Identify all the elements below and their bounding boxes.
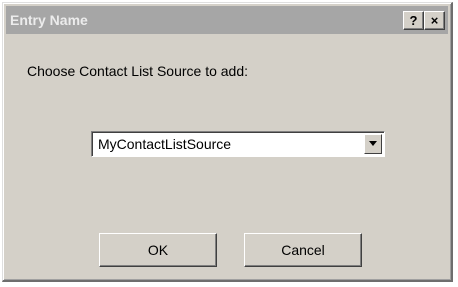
prompt-label: Choose Contact List Source to add: bbox=[27, 63, 249, 79]
close-button[interactable]: × bbox=[424, 11, 445, 30]
dropdown-toggle-button[interactable] bbox=[364, 134, 382, 154]
dialog-title: Entry Name bbox=[10, 12, 88, 28]
entry-name-dialog: Entry Name ? × Choose Contact List Sourc… bbox=[2, 2, 453, 282]
cancel-button[interactable]: Cancel bbox=[244, 233, 362, 267]
help-button[interactable]: ? bbox=[403, 11, 424, 30]
contact-list-source-select[interactable]: MyContactListSource bbox=[91, 131, 385, 157]
selected-source-value: MyContactListSource bbox=[98, 136, 232, 152]
title-bar[interactable]: Entry Name ? × bbox=[6, 6, 448, 34]
chevron-down-icon bbox=[369, 141, 377, 146]
ok-button[interactable]: OK bbox=[99, 233, 217, 267]
